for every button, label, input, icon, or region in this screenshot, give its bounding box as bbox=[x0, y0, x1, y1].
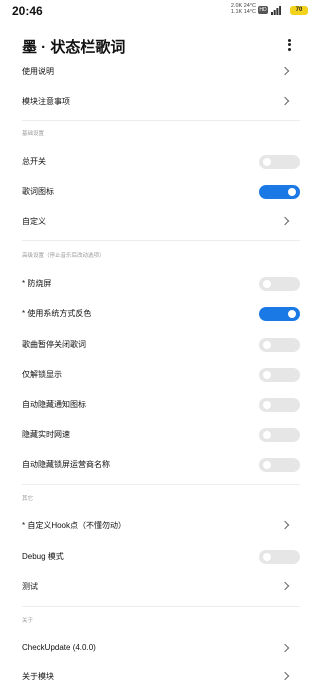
section-advanced: 高级设置（停止音乐后改动选项） bbox=[22, 253, 105, 259]
chevron-right-icon bbox=[280, 216, 290, 226]
row-label: 总开关 bbox=[22, 157, 46, 166]
row-label: 仅解锁显示 bbox=[22, 370, 62, 379]
row-test[interactable]: 测试 bbox=[0, 573, 320, 603]
row-master-switch[interactable]: 总开关 bbox=[0, 148, 320, 178]
row-label: * 使用系统方式反色 bbox=[22, 309, 92, 318]
row-label: 隐藏实时网速 bbox=[22, 430, 70, 439]
auto-hide-notify-toggle[interactable] bbox=[259, 398, 300, 412]
hd-icon: HD bbox=[258, 6, 268, 14]
more-vertical-icon[interactable] bbox=[284, 37, 294, 53]
chevron-right-icon bbox=[280, 66, 290, 76]
signal-icon bbox=[271, 6, 281, 15]
chevron-right-icon bbox=[280, 520, 290, 530]
lyric-icon-toggle[interactable] bbox=[259, 185, 300, 199]
row-lyric-icon[interactable]: 歌词图标 bbox=[0, 178, 320, 208]
anti-burn-toggle[interactable] bbox=[259, 277, 300, 291]
row-label: 模块注意事项 bbox=[22, 97, 70, 106]
row-custom-hook[interactable]: * 自定义Hook点（不懂勿动） bbox=[0, 512, 320, 542]
row-label: CheckUpdate (4.0.0) bbox=[22, 643, 96, 652]
section-basic: 基础设置 bbox=[22, 131, 45, 137]
row-custom[interactable]: 自定义 bbox=[0, 208, 320, 238]
row-about-module[interactable]: 关于模块 bbox=[0, 663, 320, 693]
chevron-right-icon bbox=[280, 643, 290, 653]
debug-toggle[interactable] bbox=[259, 550, 300, 564]
row-notes[interactable]: 模块注意事项 bbox=[0, 88, 320, 118]
unlock-only-toggle[interactable] bbox=[259, 368, 300, 382]
row-debug[interactable]: Debug 模式 bbox=[0, 543, 320, 573]
auto-hide-carrier-toggle[interactable] bbox=[259, 458, 300, 472]
row-anti-burn[interactable]: * 防烧屏 bbox=[0, 270, 320, 300]
row-system-invert[interactable]: * 使用系统方式反色 bbox=[0, 300, 320, 330]
row-usage[interactable]: 使用说明 bbox=[0, 58, 320, 88]
row-label: 测试 bbox=[22, 582, 38, 591]
row-label: 歌词图标 bbox=[22, 187, 54, 196]
status-net-speed: 2.0K 24°C 1.1K 14°C bbox=[226, 3, 256, 15]
chevron-right-icon bbox=[280, 96, 290, 106]
section-about: 关于 bbox=[22, 618, 34, 624]
chevron-right-icon bbox=[280, 581, 290, 591]
chevron-right-icon bbox=[280, 671, 290, 681]
pause-close-toggle[interactable] bbox=[259, 338, 300, 352]
app-header: 墨 · 状态栏歌词 bbox=[0, 30, 320, 60]
hide-speed-toggle[interactable] bbox=[259, 428, 300, 442]
status-time: 20:46 bbox=[12, 4, 43, 18]
row-label: 使用说明 bbox=[22, 67, 54, 76]
row-label: * 自定义Hook点（不懂勿动） bbox=[22, 521, 127, 530]
row-pause-close[interactable]: 歌曲暂停关闭歌词 bbox=[0, 331, 320, 361]
row-label: 自动隐藏通知图标 bbox=[22, 400, 86, 409]
row-check-update[interactable]: CheckUpdate (4.0.0) bbox=[0, 635, 320, 665]
row-unlock-only[interactable]: 仅解锁显示 bbox=[0, 361, 320, 391]
row-label: Debug 模式 bbox=[22, 552, 64, 561]
divider bbox=[22, 484, 300, 485]
divider bbox=[22, 120, 300, 121]
net-speed-down: 1.1K 14°C bbox=[230, 9, 256, 15]
row-auto-hide-notify[interactable]: 自动隐藏通知图标 bbox=[0, 391, 320, 421]
battery-indicator: 70 bbox=[290, 6, 308, 15]
row-label: 歌曲暂停关闭歌词 bbox=[22, 340, 86, 349]
divider bbox=[22, 606, 300, 607]
row-hide-speed[interactable]: 隐藏实时网速 bbox=[0, 421, 320, 451]
divider bbox=[22, 240, 300, 241]
master-switch-toggle[interactable] bbox=[259, 155, 300, 169]
section-other: 其它 bbox=[22, 496, 34, 502]
system-invert-toggle[interactable] bbox=[259, 307, 300, 321]
row-label: 关于模块 bbox=[22, 672, 54, 681]
status-bar: 20:46 2.0K 24°C 1.1K 14°C HD 70 bbox=[0, 0, 320, 24]
row-label: 自定义 bbox=[22, 217, 46, 226]
page-title: 墨 · 状态栏歌词 bbox=[22, 39, 126, 56]
row-label: 自动隐藏锁屏运营商名称 bbox=[22, 460, 110, 469]
row-auto-hide-carrier[interactable]: 自动隐藏锁屏运营商名称 bbox=[0, 451, 320, 481]
row-label: * 防烧屏 bbox=[22, 279, 52, 288]
